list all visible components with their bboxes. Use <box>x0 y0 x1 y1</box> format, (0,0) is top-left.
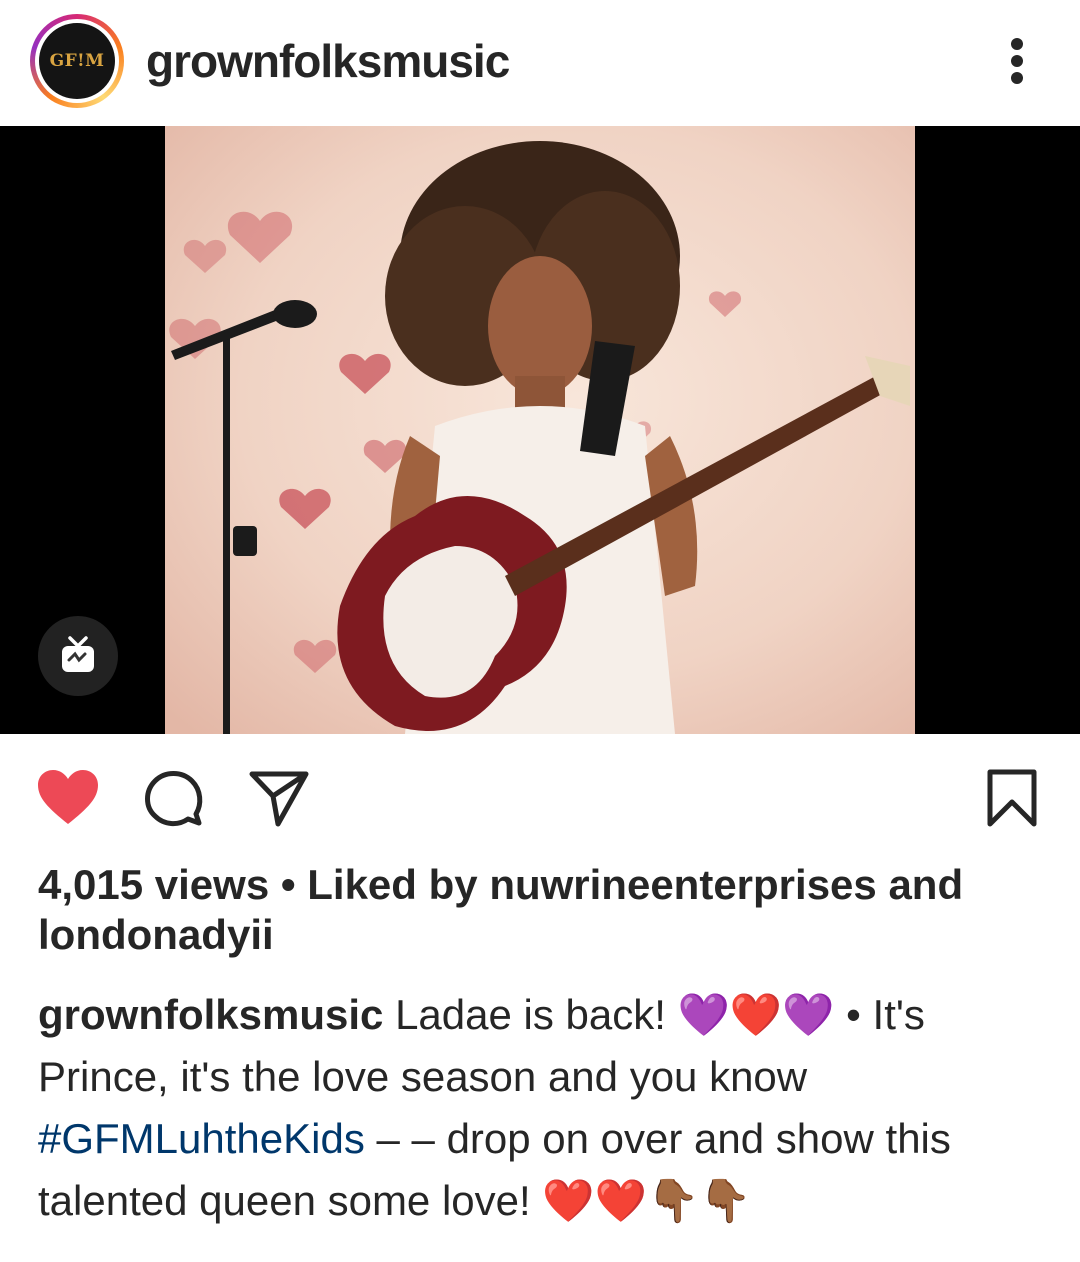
post-caption: grownfolksmusic Ladae is back! 💜❤️💜 • It… <box>38 984 1048 1232</box>
heart-filled-icon[interactable] <box>36 768 100 831</box>
bookmark-icon[interactable] <box>986 768 1038 833</box>
other-user-link[interactable]: londonadyii <box>38 911 274 958</box>
post-actions <box>0 758 1080 838</box>
caption-emoji-1: 💜❤️💜 <box>677 990 835 1039</box>
liked-by-prefix: Liked by <box>307 861 478 908</box>
video-frame[interactable] <box>165 126 915 734</box>
separator-dot: • <box>280 861 296 908</box>
views-count[interactable]: 4,015 views <box>38 861 269 908</box>
post-meta: 4,015 views • Liked by nuwrineenterprise… <box>38 860 1048 960</box>
more-vertical-icon[interactable] <box>1002 36 1032 86</box>
avatar-logo-text: GF!M <box>49 51 105 71</box>
caption-hashtag[interactable]: #GFMLuhtheKids <box>38 1115 365 1162</box>
caption-text-1: Ladae is back! <box>395 991 666 1038</box>
igtv-icon[interactable] <box>38 616 118 696</box>
post-header: GF!M grownfolksmusic <box>0 0 1080 126</box>
post-media[interactable] <box>0 126 1080 734</box>
caption-emoji-2: ❤️❤️👇🏾👇🏾 <box>542 1176 752 1225</box>
avatar[interactable]: GF!M <box>30 14 124 108</box>
liked-and: and <box>888 861 964 908</box>
send-icon[interactable] <box>248 768 310 833</box>
comment-icon[interactable] <box>144 768 204 833</box>
liked-user-link[interactable]: nuwrineenterprises <box>489 861 876 908</box>
video-thumbnail <box>165 126 915 734</box>
caption-username[interactable]: grownfolksmusic <box>38 991 383 1038</box>
post-username[interactable]: grownfolksmusic <box>146 34 510 88</box>
